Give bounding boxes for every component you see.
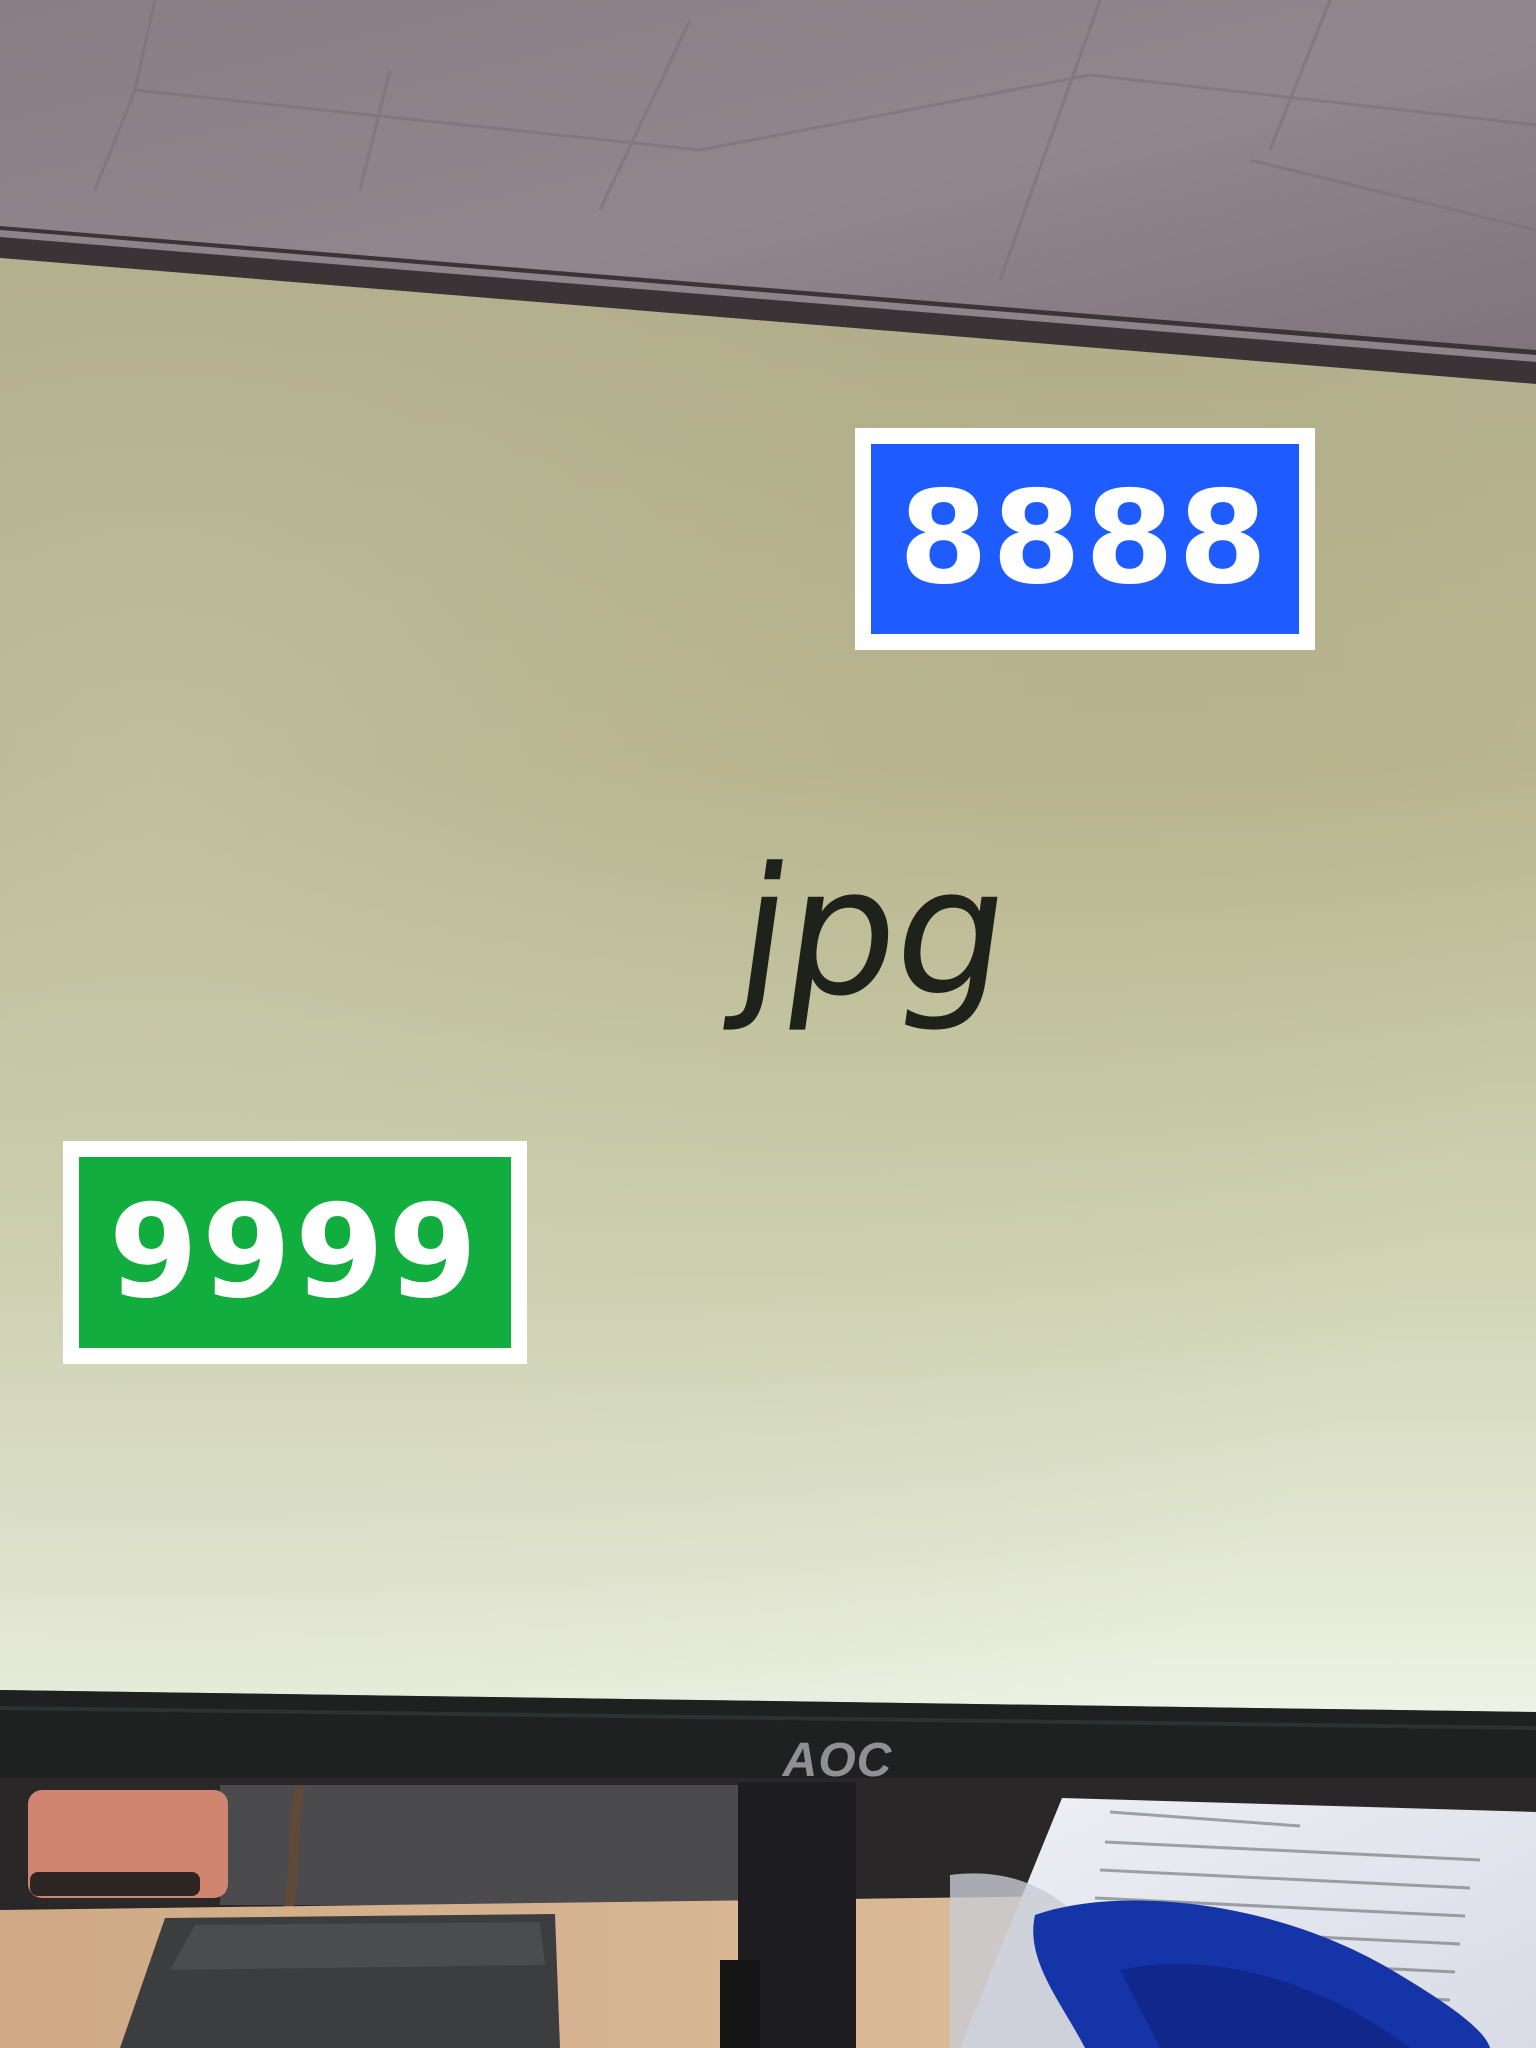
photo-scene: jpg 8888 9999 AOC bbox=[0, 0, 1536, 2048]
number-label-blue: 8888 bbox=[855, 428, 1315, 650]
monitor-stand-slot bbox=[720, 1960, 760, 2048]
screen-text: jpg bbox=[725, 830, 1021, 1035]
shelf-items bbox=[220, 1785, 780, 1905]
dark-device-top bbox=[170, 1922, 545, 1970]
monitor-brand-logo: AOC bbox=[782, 1734, 893, 1787]
orange-device-base bbox=[30, 1872, 200, 1896]
number-label-green: 9999 bbox=[63, 1141, 527, 1364]
